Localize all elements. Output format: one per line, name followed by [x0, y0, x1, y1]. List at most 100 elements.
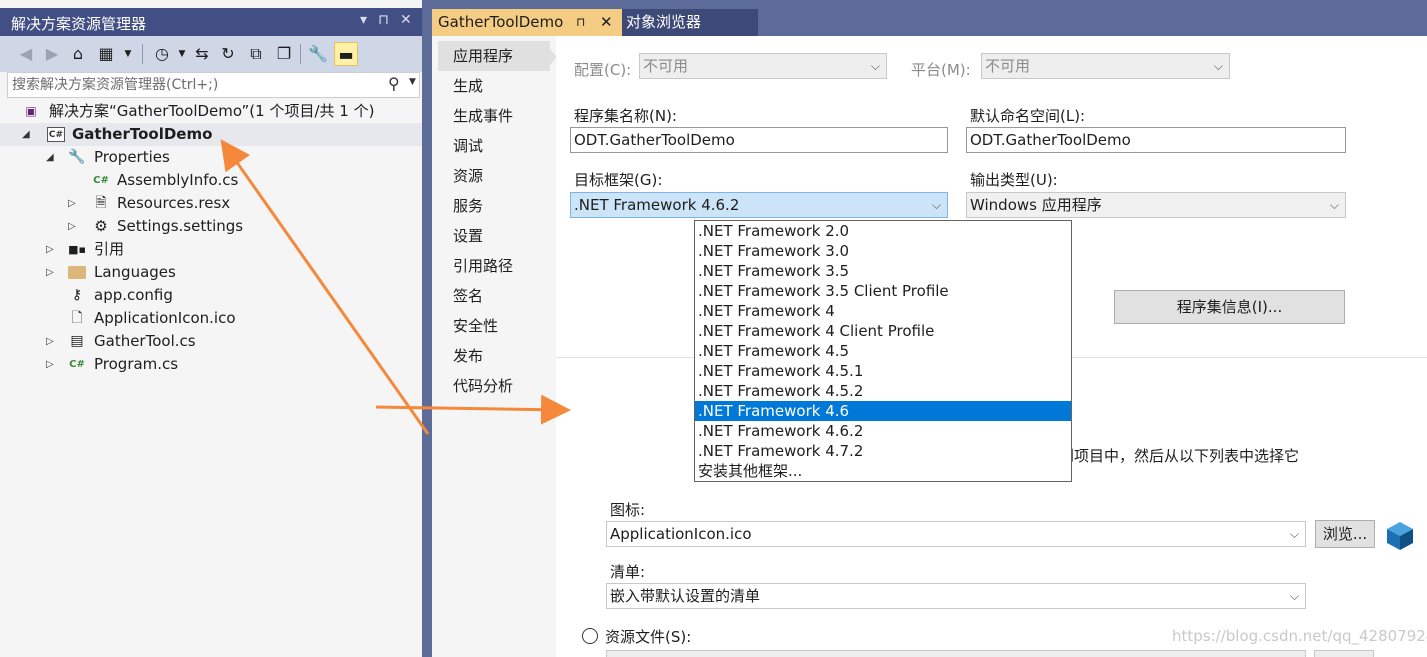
tree-item-app-config[interactable]: ⚷ app.config [0, 284, 422, 307]
default-namespace-input[interactable]: ODT.GatherToolDemo [966, 127, 1346, 153]
tree-item-properties[interactable]: ◢ 🔧 Properties [0, 146, 422, 169]
framework-option[interactable]: .NET Framework 4.7.2 [695, 441, 1071, 461]
framework-option[interactable]: .NET Framework 4 [695, 301, 1071, 321]
collapsed-arrow-icon[interactable]: ▷ [46, 238, 58, 261]
tree-item-solution[interactable]: ▣ 解决方案“GatherToolDemo”(1 个项目/共 1 个) [0, 100, 422, 123]
pin-tab-icon[interactable]: ⊓ [576, 9, 585, 36]
icon-label: 图标: [610, 501, 646, 519]
framework-option[interactable]: .NET Framework 4.5 [695, 341, 1071, 361]
resource-browse-button [1314, 650, 1374, 657]
target-framework-label: 目标框架(G): [574, 171, 663, 189]
nav-item-services[interactable]: 服务 [438, 191, 550, 221]
config-value: 不可用 [643, 57, 689, 75]
properties-wrench-icon[interactable]: 🔧 [306, 42, 330, 66]
collapse-all-icon[interactable]: ⧉ [244, 42, 268, 66]
sync-with-active-document-icon[interactable]: ⇆ [190, 42, 214, 66]
refresh-icon[interactable]: ↻ [216, 42, 240, 66]
assembly-name-input[interactable]: ODT.GatherToolDemo [570, 127, 948, 153]
close-icon[interactable]: ✕ [400, 12, 412, 28]
framework-option[interactable]: .NET Framework 4.5.2 [695, 381, 1071, 401]
resx-file-icon: 🗎 [95, 195, 107, 211]
framework-option[interactable]: .NET Framework 4.5.1 [695, 361, 1071, 381]
csharp-project-icon: C# [47, 127, 65, 142]
nav-item-security[interactable]: 安全性 [438, 311, 550, 341]
tree-item-gathertool[interactable]: ▷ ▤ GatherTool.cs [0, 330, 422, 353]
tree-item-label: Settings.settings [117, 217, 244, 235]
resource-file-label: 资源文件(S): [605, 628, 692, 646]
solution-explorer-search-box[interactable]: ⚲ ▼ [7, 72, 420, 98]
show-all-files-icon[interactable]: ❐ [272, 42, 296, 66]
panel-splitter[interactable] [422, 0, 432, 657]
back-icon[interactable]: ◀ [14, 42, 38, 66]
config-select: 不可用 ⌵ [639, 53, 887, 79]
collapsed-arrow-icon[interactable]: ▷ [46, 330, 58, 353]
framework-option[interactable]: .NET Framework 2.0 [695, 221, 1071, 241]
target-framework-select[interactable]: .NET Framework 4.6.2 ⌵ [570, 192, 948, 218]
nav-item-code-analysis[interactable]: 代码分析 [438, 371, 550, 401]
assembly-name-label: 程序集名称(N): [574, 107, 677, 125]
collapsed-arrow-icon[interactable]: ▷ [68, 192, 80, 215]
search-input[interactable] [12, 75, 382, 95]
tree-item-resources[interactable]: ▷ 🗎 Resources.resx [0, 192, 422, 215]
framework-option[interactable]: .NET Framework 3.5 Client Profile [695, 281, 1071, 301]
window-position-dropdown-icon[interactable]: ▾ [360, 12, 367, 28]
nav-item-settings[interactable]: 设置 [438, 221, 550, 251]
switch-views-icon[interactable]: ▦ [94, 42, 118, 66]
tree-item-references[interactable]: ▷ ■▪ 引用 [0, 238, 422, 261]
preview-selected-items-icon[interactable]: ▬ [334, 42, 358, 66]
nav-item-application[interactable]: 应用程序 [438, 41, 550, 71]
output-type-label: 输出类型(U): [970, 171, 1058, 189]
platform-select: 不可用 ⌵ [981, 53, 1230, 79]
pin-icon[interactable]: ⊓ [378, 12, 389, 28]
nav-item-publish[interactable]: 发布 [438, 341, 550, 371]
expanded-arrow-icon[interactable]: ◢ [46, 146, 58, 169]
nav-item-signing[interactable]: 签名 [438, 281, 550, 311]
resource-file-radio[interactable] [582, 628, 598, 644]
browse-button[interactable]: 浏览... [1315, 520, 1375, 548]
default-namespace-value: ODT.GatherToolDemo [970, 131, 1131, 149]
collapsed-arrow-icon[interactable]: ▷ [46, 261, 58, 284]
wrench-icon: 🔧 [68, 149, 86, 165]
install-other-frameworks-option[interactable]: 安装其他框架... [695, 461, 1071, 481]
ico-file-icon: 🗋 [71, 310, 83, 326]
tree-item-project[interactable]: ◢ C# GatherToolDemo [0, 123, 422, 146]
nav-item-resources[interactable]: 资源 [438, 161, 550, 191]
toolbar-separator [300, 44, 301, 64]
tab-object-browser[interactable]: 对象浏览器 [622, 9, 758, 36]
tree-item-label: 引用 [94, 240, 125, 258]
form-file-icon: ▤ [70, 333, 84, 349]
collapsed-arrow-icon[interactable]: ▷ [68, 215, 80, 238]
manifest-select[interactable]: 嵌入带默认设置的清单 ⌵ [606, 583, 1306, 609]
nav-item-build[interactable]: 生成 [438, 71, 550, 101]
icon-value: ApplicationIcon.ico [610, 525, 752, 543]
framework-option[interactable]: .NET Framework 4 Client Profile [695, 321, 1071, 341]
tab-gathertooldemo[interactable]: GatherToolDemo ⊓ ✕ [432, 9, 622, 36]
close-tab-icon[interactable]: ✕ [600, 9, 613, 36]
search-options-dropdown-icon[interactable]: ▼ [409, 77, 416, 87]
nav-item-reference-paths[interactable]: 引用路径 [438, 251, 550, 281]
default-namespace-label: 默认命名空间(L): [970, 107, 1086, 125]
output-type-select[interactable]: Windows 应用程序 ⌵ [966, 192, 1346, 218]
collapsed-arrow-icon[interactable]: ▷ [46, 353, 58, 376]
tree-item-settings[interactable]: ▷ ⚙ Settings.settings [0, 215, 422, 238]
nav-item-debug[interactable]: 调试 [438, 131, 550, 161]
switch-views-dropdown-icon[interactable]: ▼ [116, 42, 140, 66]
framework-option[interactable]: .NET Framework 3.0 [695, 241, 1071, 261]
tree-item-program[interactable]: ▷ C# Program.cs [0, 353, 422, 376]
tree-item-application-icon[interactable]: 🗋 ApplicationIcon.ico [0, 307, 422, 330]
icon-select[interactable]: ApplicationIcon.ico ⌵ [606, 521, 1306, 547]
forward-icon[interactable]: ▶ [40, 42, 64, 66]
tree-item-languages[interactable]: ▷ Languages [0, 261, 422, 284]
tree-item-assemblyinfo[interactable]: C# AssemblyInfo.cs [0, 169, 422, 192]
settings-gear-icon: ⚙ [94, 217, 108, 235]
tab-label: GatherToolDemo [438, 13, 564, 31]
search-icon[interactable]: ⚲ [388, 74, 400, 93]
framework-option[interactable]: .NET Framework 4.6.2 [695, 421, 1071, 441]
assembly-info-button[interactable]: 程序集信息(I)... [1114, 290, 1345, 324]
framework-option[interactable]: .NET Framework 3.5 [695, 261, 1071, 281]
home-icon[interactable]: ⌂ [66, 42, 90, 66]
tree-item-label: Properties [94, 148, 170, 166]
nav-item-build-events[interactable]: 生成事件 [438, 101, 550, 131]
expanded-arrow-icon[interactable]: ◢ [22, 123, 34, 146]
framework-option-highlighted[interactable]: .NET Framework 4.6 [695, 401, 1071, 421]
